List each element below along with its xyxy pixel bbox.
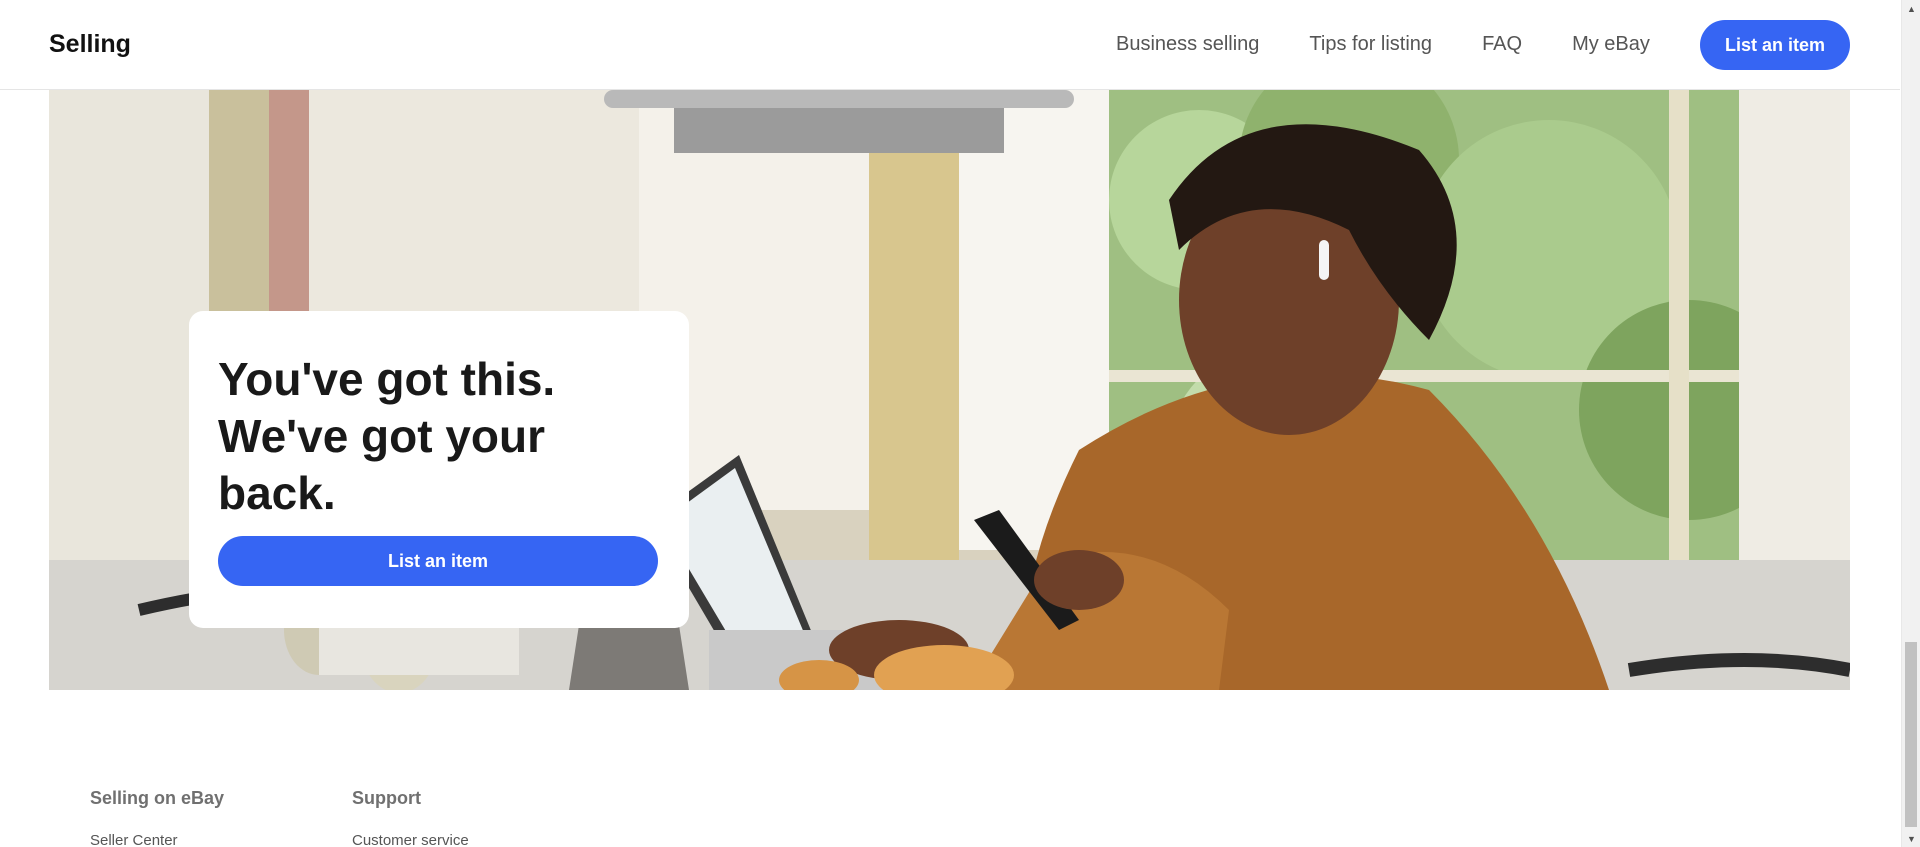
- scroll-thumb[interactable]: [1905, 642, 1917, 827]
- nav-my-ebay[interactable]: My eBay: [1572, 33, 1650, 56]
- page-scrollbar[interactable]: ▲ ▼: [1901, 0, 1920, 847]
- hero-headline: You've got this. We've got your back.: [218, 353, 556, 519]
- footer-column-selling: Selling on eBay Seller Center: [90, 788, 224, 847]
- top-nav: Business selling Tips for listing FAQ My…: [1116, 33, 1650, 56]
- hero-list-item-button[interactable]: List an item: [218, 536, 658, 586]
- site-header: Selling Business selling Tips for listin…: [0, 0, 1900, 90]
- hero-promo-card: You've got this. We've got your back. Li…: [189, 311, 689, 628]
- footer-link-seller-center[interactable]: Seller Center: [90, 832, 224, 847]
- scroll-down-icon[interactable]: ▼: [1902, 830, 1920, 847]
- selling-page: Selling Business selling Tips for listin…: [0, 0, 1920, 847]
- scroll-up-icon[interactable]: ▲: [1902, 0, 1920, 17]
- nav-tips-for-listing[interactable]: Tips for listing: [1309, 33, 1432, 56]
- footer-link-customer-service[interactable]: Customer service: [352, 832, 469, 847]
- footer-heading-support: Support: [352, 788, 421, 808]
- footer-heading-selling: Selling on eBay: [90, 788, 225, 808]
- header-list-item-button[interactable]: List an item: [1700, 20, 1850, 70]
- nav-faq[interactable]: FAQ: [1482, 33, 1522, 56]
- hero-banner: You've got this. We've got your back. Li…: [49, 90, 1850, 690]
- nav-business-selling[interactable]: Business selling: [1116, 33, 1259, 56]
- brand-title[interactable]: Selling: [49, 30, 131, 59]
- footer-column-support: Support Customer service: [352, 788, 469, 847]
